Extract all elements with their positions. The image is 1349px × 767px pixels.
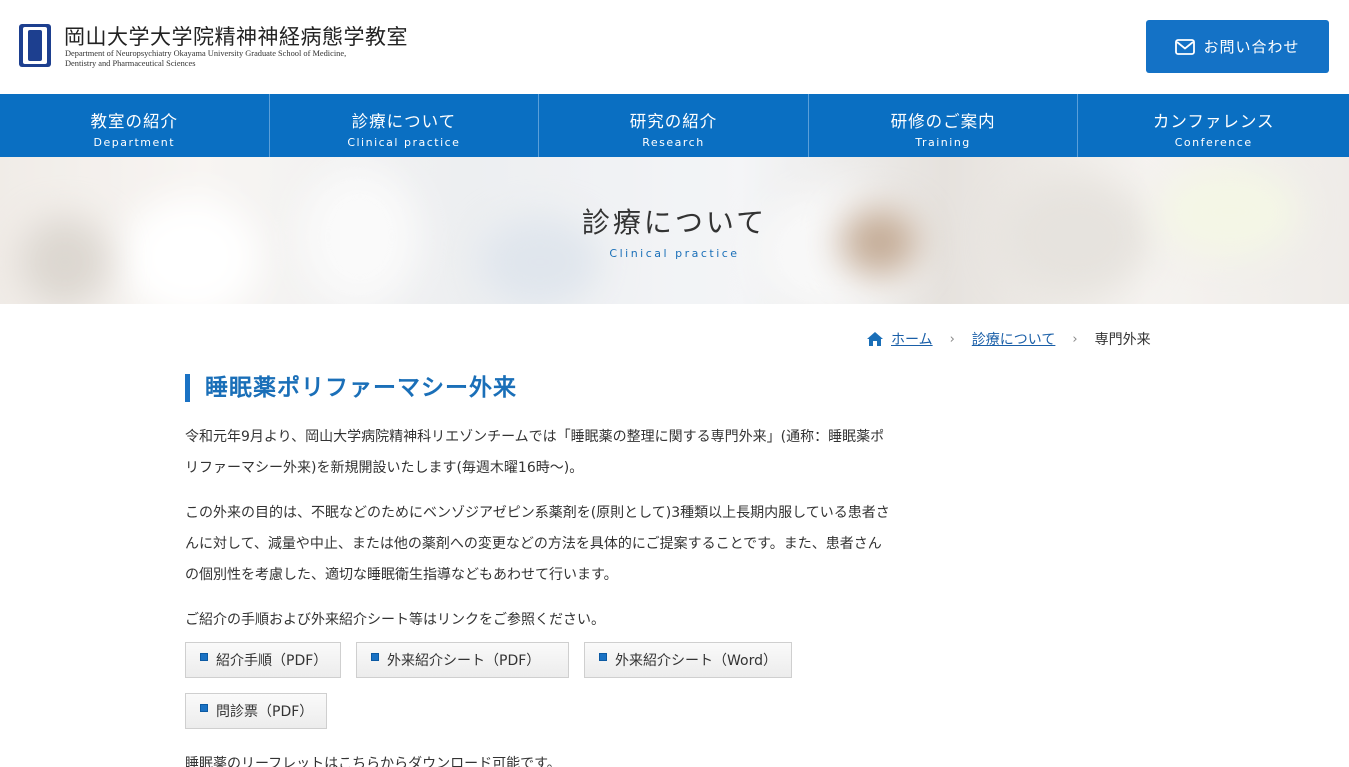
university-logo-icon[interactable] xyxy=(19,24,51,67)
contact-button-label: お問い合わせ xyxy=(1203,38,1300,56)
site-subtitle-line2: Dentistry and Pharmaceutical Sciences xyxy=(65,58,196,68)
leaflet-paragraph: 睡眠薬のリーフレットはこちらからダウンロード可能です。 xyxy=(185,756,561,767)
link-label: 外来紹介シート（PDF） xyxy=(387,653,541,669)
hero-title: 診療について xyxy=(581,206,768,239)
nav-item-sublabel: Department xyxy=(93,136,176,149)
breadcrumb-separator-icon: › xyxy=(1072,331,1078,347)
site-subtitle-line1: Department of Neuropsychiatry Okayama Un… xyxy=(65,49,347,58)
intro-paragraph: 令和元年9月より、岡山大学病院精神科リエゾンチームでは「睡眠薬の整理に関する専門… xyxy=(185,429,885,476)
breadcrumb-separator-icon: › xyxy=(949,331,955,347)
contact-button[interactable]: お問い合わせ xyxy=(1146,20,1329,73)
nav-item-label: 研修のご案内 xyxy=(890,112,996,131)
nav-item-sublabel: Training xyxy=(915,136,971,149)
page-title: 睡眠薬ポリファーマシー外来 xyxy=(185,374,517,402)
link-label: 外来紹介シート（Word） xyxy=(615,653,777,669)
link-square-icon xyxy=(599,653,607,661)
referral-paragraph: ご紹介の手順および外来紹介シート等はリンクをご参照ください。 xyxy=(185,612,605,628)
breadcrumb: ホーム › 診療について › 専門外来 xyxy=(866,329,1151,349)
mail-icon xyxy=(1175,38,1196,55)
breadcrumb-current: 専門外来 xyxy=(1094,332,1151,348)
nav-item-conference[interactable]: カンファレンス Conference xyxy=(1078,94,1349,157)
referral-sheet-pdf-button[interactable]: 外来紹介シート（PDF） xyxy=(356,642,569,678)
hero-banner: 診療について Clinical practice xyxy=(0,157,1349,304)
nav-item-label: 教室の紹介 xyxy=(90,112,179,131)
nav-item-label: 研究の紹介 xyxy=(629,112,718,131)
breadcrumb-parent-link[interactable]: 診療について xyxy=(972,329,1056,349)
nav-item-research[interactable]: 研究の紹介 Research xyxy=(539,94,809,157)
nav-item-department[interactable]: 教室の紹介 Department xyxy=(0,94,270,157)
site-title[interactable]: 岡山大学大学院精神神経病態学教室 xyxy=(64,21,408,51)
referral-procedure-pdf-button[interactable]: 紹介手順（PDF） xyxy=(185,642,341,678)
purpose-paragraph: この外来の目的は、不眠などのためにベンゾジアゼピン系薬剤を(原則として)3種類以… xyxy=(185,505,890,583)
breadcrumb-home-link[interactable]: ホーム xyxy=(891,329,933,349)
referral-sheet-word-button[interactable]: 外来紹介シート（Word） xyxy=(584,642,792,678)
questionnaire-pdf-button[interactable]: 問診票（PDF） xyxy=(185,693,327,729)
main-nav: 教室の紹介 Department 診療について Clinical practic… xyxy=(0,94,1349,157)
link-square-icon xyxy=(200,653,208,661)
nav-item-label: 診療について xyxy=(351,112,457,131)
nav-item-clinical-practice[interactable]: 診療について Clinical practice xyxy=(270,94,540,157)
site-header: 岡山大学大学院精神神経病態学教室 Department of Neuropsyc… xyxy=(0,0,1349,94)
link-square-icon xyxy=(371,653,379,661)
nav-item-sublabel: Conference xyxy=(1174,136,1253,149)
site-subtitle: Department of Neuropsychiatry Okayama Un… xyxy=(65,49,346,68)
home-icon[interactable] xyxy=(866,331,884,347)
nav-item-sublabel: Clinical practice xyxy=(347,136,461,149)
nav-item-training[interactable]: 研修のご案内 Training xyxy=(809,94,1079,157)
link-label: 紹介手順（PDF） xyxy=(216,653,328,669)
link-square-icon xyxy=(200,704,208,712)
nav-item-sublabel: Research xyxy=(642,136,705,149)
hero-subtitle: Clinical practice xyxy=(609,247,740,260)
link-label: 問診票（PDF） xyxy=(216,704,314,720)
nav-item-label: カンファレンス xyxy=(1152,112,1275,131)
